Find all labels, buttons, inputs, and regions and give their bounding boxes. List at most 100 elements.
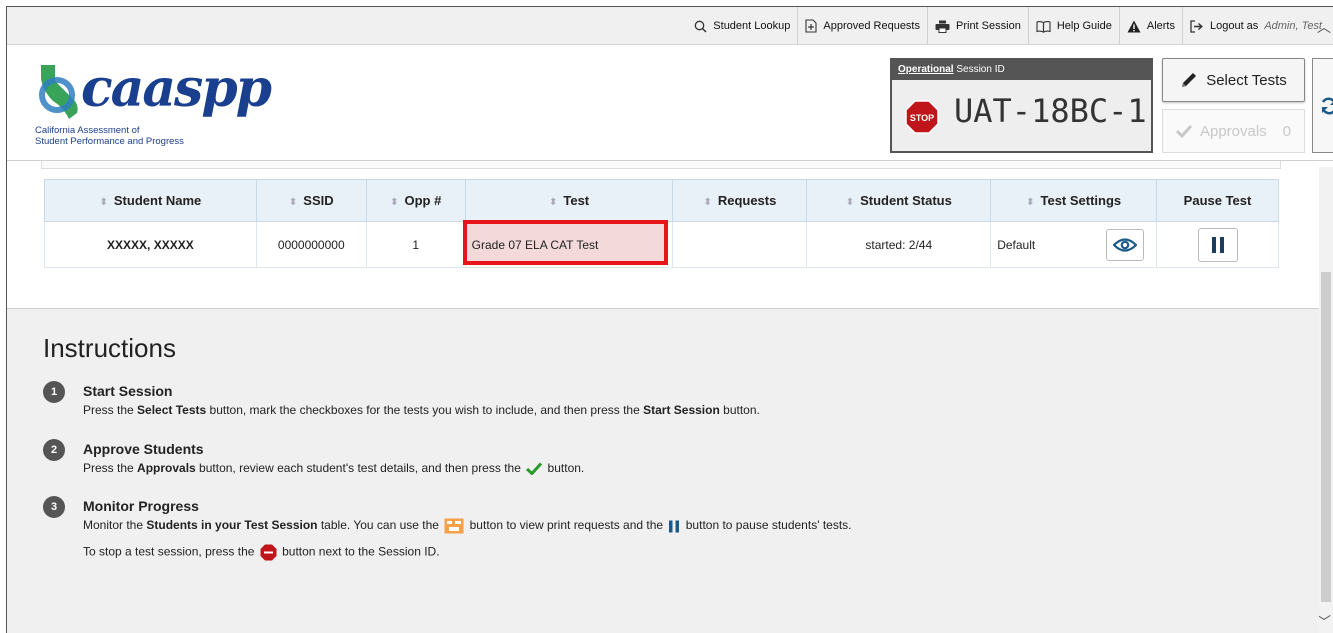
step-number: 3 (43, 496, 65, 518)
header-ssid-label: SSID (303, 193, 334, 208)
step-text: button, review each student's test detai… (195, 461, 525, 475)
approved-requests-link[interactable]: Approved Requests (798, 7, 928, 45)
header-test-label: Test (563, 193, 590, 208)
instructions-panel: Instructions 1 Start Session Press the S… (7, 308, 1319, 633)
logout-icon (1190, 19, 1203, 33)
step-text: button next to the Session ID. (278, 544, 440, 559)
view-settings-button[interactable] (1106, 229, 1145, 261)
step-text: To stop a test session, press the (83, 544, 258, 559)
logo-subtitle-line1: California Assessment of (35, 125, 140, 136)
user-name: Admin, Test (1264, 20, 1322, 32)
stop-sign-text: STOP (910, 113, 934, 123)
warning-icon (1127, 20, 1141, 32)
step-title: Monitor Progress (83, 498, 199, 514)
eye-icon (1113, 238, 1138, 252)
sort-icon: ⬍ (1026, 197, 1035, 208)
step-description: Press the Approvals button, review each … (83, 461, 585, 476)
student-name-cell: XXXXX, XXXXX (44, 221, 257, 268)
refresh-button[interactable] (1312, 58, 1333, 153)
step-bold-text: Start Session (643, 403, 720, 417)
sort-icon: ⬍ (703, 197, 712, 208)
print-session-label: Print Session (956, 20, 1021, 32)
search-icon (694, 20, 707, 33)
header-requests[interactable]: ⬍ Requests (672, 179, 808, 222)
header: caaspp California Assessment of Student … (7, 45, 1333, 161)
help-guide-link[interactable]: Help Guide (1029, 7, 1120, 45)
test-settings-value: Default (997, 237, 1036, 252)
pause-test-button[interactable] (1197, 227, 1238, 262)
scroll-up-arrow[interactable]: ︿ (1317, 17, 1331, 37)
step-bold-text: Select Tests (137, 403, 207, 417)
sort-icon: ⬍ (99, 197, 108, 208)
step-text: button to pause students' tests. (682, 518, 852, 533)
requests-cell (672, 221, 808, 268)
stop-sign-icon: STOP (905, 100, 939, 134)
instructions-heading: Instructions (43, 333, 176, 363)
session-type-label: Operational (898, 64, 954, 75)
step-text: Press the (83, 461, 138, 475)
stop-session-button[interactable]: STOP (905, 100, 939, 134)
pause-icon (669, 520, 680, 532)
test-cell: Grade 07 ELA CAT Test (462, 220, 674, 268)
scrollbar[interactable] (1319, 167, 1333, 633)
approvals-button[interactable]: Approvals 0 (1162, 109, 1305, 153)
utility-links: Student Lookup Approved Requests Print S… (687, 7, 1329, 45)
ssid-cell: 0000000000 (255, 221, 367, 268)
step-text: Press the (83, 403, 138, 417)
alerts-label: Alerts (1146, 20, 1175, 32)
session-id-label: Operational Session ID (892, 60, 1151, 80)
book-icon (1036, 20, 1051, 33)
header-student-status-label: Student Status (860, 193, 952, 208)
header-student-name[interactable]: ⬍ Student Name (44, 179, 257, 222)
app-window: Student Lookup Approved Requests Print S… (6, 6, 1333, 633)
help-guide-label: Help Guide (1056, 20, 1112, 32)
step-description-line2: To stop a test session, press the button… (83, 544, 440, 561)
logout-label: Logout as (1209, 20, 1259, 32)
header-test[interactable]: ⬍ Test (464, 179, 674, 222)
scrollbar-thumb[interactable] (1321, 272, 1331, 602)
header-opp-label: Opp # (404, 193, 442, 208)
session-id-caption: Session ID (953, 64, 1005, 75)
student-lookup-link[interactable]: Student Lookup (687, 7, 799, 45)
header-pause-test: Pause Test (1156, 179, 1279, 222)
header-student-status[interactable]: ⬍ Student Status (806, 179, 992, 222)
alerts-link[interactable]: Alerts (1120, 7, 1183, 45)
header-test-settings[interactable]: ⬍ Test Settings (990, 179, 1158, 222)
step-text: button. (544, 461, 585, 475)
step-text: button. (719, 403, 760, 417)
table-header-row: ⬍ Student Name ⬍ SSID ⬍ Opp # ⬍ Test ⬍ Reques… (44, 179, 1279, 222)
plus-document-icon (805, 19, 817, 33)
header-ssid[interactable]: ⬍ SSID (255, 179, 367, 222)
print-request-icon (444, 518, 464, 534)
header-opp[interactable]: ⬍ Opp # (365, 179, 466, 222)
step-description: Press the Select Tests button, mark the … (83, 403, 760, 417)
approvals-label: Approvals (1199, 122, 1267, 140)
table-top-strip (41, 161, 1281, 169)
refresh-icon (1321, 97, 1333, 114)
select-tests-label: Select Tests (1206, 71, 1287, 89)
step-text: button, mark the checkboxes for the test… (206, 403, 644, 417)
step-text: button to view print requests and the (466, 518, 667, 533)
checkmark-icon (526, 462, 543, 476)
step-text: Monitor the (83, 518, 147, 533)
session-id-panel: Operational Session ID STOP UAT-18BC-1 (890, 58, 1153, 153)
table-row: XXXXX, XXXXX 0000000000 1 Grade 07 ELA C… (44, 220, 1279, 268)
printer-icon (935, 20, 950, 33)
print-session-link[interactable]: Print Session (928, 7, 1029, 45)
select-tests-button[interactable]: Select Tests (1162, 58, 1305, 102)
logout-link[interactable]: Logout as Admin, Test (1183, 7, 1329, 45)
student-lookup-label: Student Lookup (713, 20, 791, 32)
pencil-icon (1182, 73, 1197, 87)
logo-wordmark: caaspp (81, 58, 272, 119)
checkmark-icon (1175, 124, 1192, 138)
stop-sign-icon (260, 544, 277, 561)
scroll-down-arrow[interactable]: ﹀ (1317, 612, 1331, 632)
approved-requests-label: Approved Requests (823, 20, 920, 32)
step-text: table. You can use the (317, 518, 443, 533)
opp-cell: 1 (365, 221, 466, 268)
students-table: ⬍ Student Name ⬍ SSID ⬍ Opp # ⬍ Test ⬍ Reques… (44, 179, 1279, 268)
header-student-name-label: Student Name (113, 193, 202, 208)
sort-icon: ⬍ (548, 197, 558, 208)
step-number: 1 (43, 381, 65, 403)
sort-icon: ⬍ (845, 197, 855, 208)
